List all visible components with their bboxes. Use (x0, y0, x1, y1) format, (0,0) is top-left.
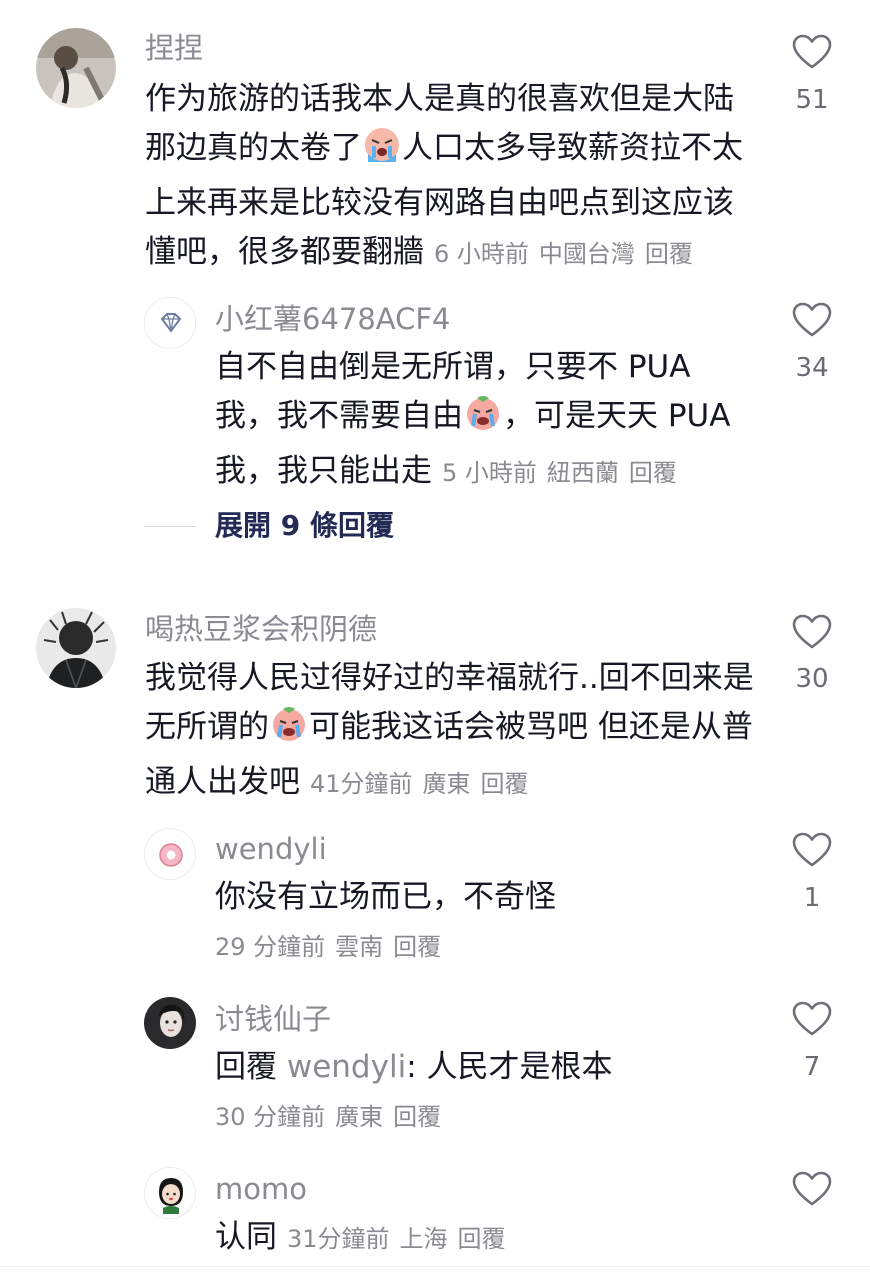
reply-location: 廣東 (335, 1103, 384, 1131)
comment-text-line: 作为旅游的话我本人是真的很喜欢但是大陆 (145, 81, 734, 117)
comment-location: 廣東 (422, 770, 471, 798)
comment-text-line: 那边真的太卷了 人口太多导致薪资拉不太 (145, 124, 765, 179)
comment-username[interactable]: 喝热豆浆会积阴德 (145, 615, 377, 644)
expand-replies-button[interactable]: 展開 9 條回覆 (215, 512, 394, 540)
heart-outline-icon (792, 1001, 832, 1036)
heart-outline-icon (792, 34, 832, 69)
like-count: 7 (803, 1052, 821, 1082)
reply-text-body: : 人民才是根本 (406, 1049, 613, 1085)
comment-username[interactable]: 捏捏 (145, 34, 203, 63)
avatar[interactable] (144, 997, 196, 1049)
like-button[interactable] (792, 1001, 832, 1037)
reply-username[interactable]: 小红薯6478ACF4 (215, 305, 451, 334)
reply-meta: 30 分鐘前 廣東 回覆 (215, 1105, 441, 1129)
heart-outline-icon (792, 832, 832, 867)
comment-text-fragment: 那边真的太卷了 (145, 130, 362, 166)
comment-text-fragment: 人口太多导致薪资拉不太 (402, 130, 743, 166)
reply-button[interactable]: 回覆 (458, 1225, 506, 1253)
reply-button[interactable]: 回覆 (393, 1103, 441, 1131)
reply-text-line: 我，我只能出走 5 小時前 紐西蘭 回覆 (215, 447, 775, 498)
reply-time: 29 分鐘前 (215, 933, 326, 961)
comment-text-line: 上来再来是比较没有网路自由吧点到这应该 (145, 185, 734, 221)
reply-username[interactable]: 讨钱仙子 (215, 1005, 331, 1034)
reply-button[interactable]: 回覆 (645, 240, 693, 268)
like-count: 1 (803, 883, 821, 913)
heart-outline-icon (792, 614, 832, 649)
comment-text: 我觉得人民过得好过的幸福就行..回不回来是 无所谓的 可能我这话会被骂吧 但还是从… (145, 654, 765, 809)
avatar[interactable] (144, 1167, 196, 1219)
like-button[interactable] (792, 614, 832, 650)
reply-text: 认同 31分鐘前 上海 回覆 (215, 1213, 775, 1264)
reply-button[interactable]: 回覆 (393, 933, 441, 961)
reply-text: 自不自由倒是无所谓，只要不 PUA 我，我不需要自由 ，可是天天 PUA 我，我只… (215, 343, 775, 498)
reply-prefix: 回覆 (215, 1049, 277, 1085)
comment-text-fragment: 无所谓的 (145, 709, 269, 745)
heart-outline-icon (792, 1171, 832, 1206)
comment-text-fragment: 懂吧，很多都要翻牆 (145, 234, 424, 270)
like-count: 30 (795, 664, 829, 694)
like-count: 51 (795, 85, 829, 115)
reply-button[interactable]: 回覆 (481, 770, 529, 798)
like-count: 34 (795, 353, 829, 383)
reply-text-fragment: 我，我只能出走 (215, 453, 432, 489)
avatar[interactable] (36, 28, 116, 108)
reply-location: 紐西蘭 (546, 459, 619, 487)
reply-time: 31分鐘前 (287, 1225, 390, 1253)
avatar[interactable] (144, 297, 196, 349)
comment-location: 中國台灣 (538, 240, 635, 268)
reply-text: 你没有立场而已，不奇怪 (215, 879, 556, 915)
comment-text-line: 通人出发吧 41分鐘前 廣東 回覆 (145, 758, 765, 809)
reply-location: 雲南 (335, 933, 384, 961)
reply-button[interactable]: 回覆 (629, 459, 677, 487)
comment-time: 41分鐘前 (310, 770, 413, 798)
reply-meta: 29 分鐘前 雲南 回覆 (215, 935, 441, 959)
comment-text-line: 我觉得人民过得好过的幸福就行..回不回来是 (145, 660, 754, 696)
reply-text-line: 我，我不需要自由 ，可是天天 PUA (215, 392, 775, 447)
comment-text-fragment: 通人出发吧 (145, 764, 300, 800)
crying-face-icon (362, 124, 402, 179)
like-button[interactable] (792, 302, 832, 338)
reply-username[interactable]: momo (215, 1175, 307, 1204)
reply-time: 30 分鐘前 (215, 1103, 326, 1131)
reply-text-body: 认同 (215, 1219, 277, 1255)
crying-face-icon (463, 392, 503, 447)
comment-time: 6 小時前 (434, 240, 529, 268)
crying-face-icon (269, 703, 309, 758)
comment-text: 作为旅游的话我本人是真的很喜欢但是大陆 那边真的太卷了 人口太多导致薪资拉不太 上… (145, 75, 765, 279)
like-button[interactable] (792, 34, 832, 70)
like-button[interactable] (792, 832, 832, 868)
reply-text: 回覆 wendyli: 人民才是根本 (215, 1043, 775, 1092)
reply-text-fragment: ，可是天天 PUA (503, 398, 731, 434)
reply-time: 5 小時前 (442, 459, 537, 487)
avatar[interactable] (36, 608, 116, 688)
comment-text-fragment: 可能我这话会被骂吧 但还是从普 (309, 709, 753, 745)
reply-to-username[interactable]: wendyli (287, 1049, 406, 1085)
reply-text-fragment: 我，我不需要自由 (215, 398, 463, 434)
heart-outline-icon (792, 302, 832, 337)
comment-text-line: 懂吧，很多都要翻牆 6 小時前 中國台灣 回覆 (145, 228, 765, 279)
expand-divider (144, 526, 196, 527)
like-button[interactable] (792, 1171, 832, 1207)
reply-username[interactable]: wendyli (215, 835, 327, 864)
reply-text-line: 自不自由倒是无所谓，只要不 PUA (215, 349, 691, 385)
avatar[interactable] (144, 828, 196, 880)
comment-text-line: 无所谓的 可能我这话会被骂吧 但还是从普 (145, 703, 765, 758)
bottom-divider (0, 1266, 870, 1267)
reply-location: 上海 (399, 1225, 448, 1253)
